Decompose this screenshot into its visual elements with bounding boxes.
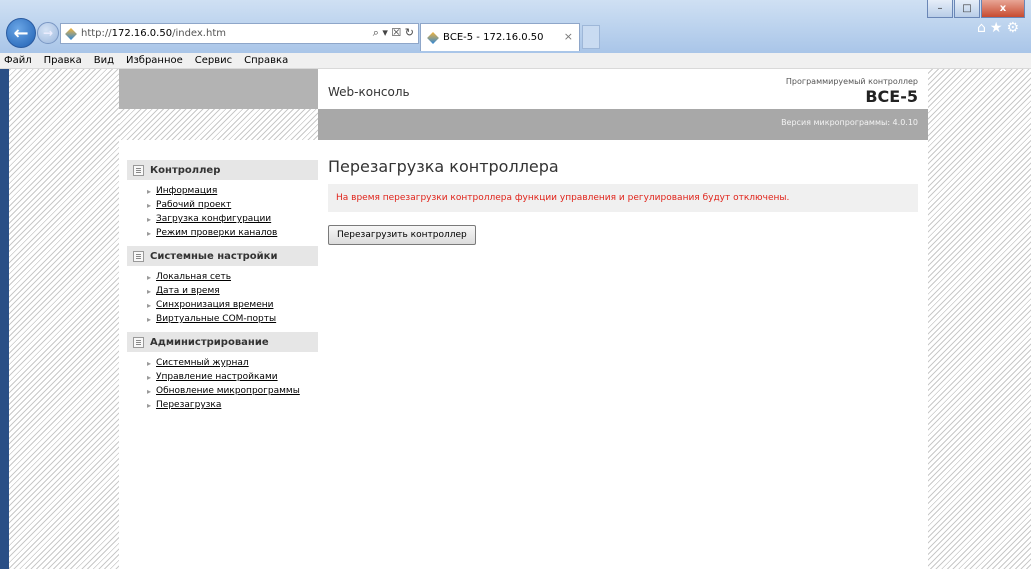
sidebar-link[interactable]: Обновление микропрограммы — [156, 386, 300, 396]
address-host: 172.16.0.50 — [111, 28, 173, 39]
tab-favicon-icon — [427, 31, 439, 44]
bullet-arrow-icon: ▸ — [147, 214, 152, 224]
window-controls: – □ x — [927, 0, 1025, 18]
bullet-arrow-icon: ▸ — [147, 400, 152, 410]
sidebar-link[interactable]: Рабочий проект — [156, 200, 231, 210]
section-doc-icon — [133, 250, 144, 262]
forward-button[interactable]: → — [37, 22, 59, 44]
header-hatch — [119, 109, 318, 140]
page-title: Перезагрузка контроллера — [328, 157, 559, 176]
bullet-arrow-icon: ▸ — [147, 228, 152, 238]
section-items: ▸ Локальная сеть ▸ Дата и время ▸ Синхрониз… — [127, 270, 318, 326]
page-content-area: Web-консоль Программируемый контроллер В… — [119, 69, 928, 569]
new-tab-button[interactable] — [582, 25, 600, 49]
menu-help[interactable]: Справка — [244, 55, 288, 66]
product-subtitle: Программируемый контроллер — [785, 77, 918, 86]
sidebar-item-lan[interactable]: ▸ Локальная сеть — [127, 270, 318, 284]
sidebar-link[interactable]: Управление настройками — [156, 372, 278, 382]
sidebar-item-time-sync[interactable]: ▸ Синхронизация времени — [127, 298, 318, 312]
section-title: Администрирование — [150, 336, 269, 348]
section-items: ▸ Информация ▸ Рабочий проект ▸ Загрузка ко… — [127, 184, 318, 240]
product-name: ВСЕ-5 — [865, 87, 918, 106]
firmware-band: Версия микропрограммы: 4.0.10 — [318, 109, 928, 140]
sidebar-item-syslog[interactable]: ▸ Системный журнал — [127, 356, 318, 370]
logo-area — [119, 69, 318, 109]
sidebar-link[interactable]: Информация — [156, 186, 217, 196]
menu-file[interactable]: Файл — [4, 55, 32, 66]
maximize-button[interactable]: □ — [954, 0, 980, 18]
bullet-arrow-icon: ▸ — [147, 358, 152, 368]
menu-bar: Файл Правка Вид Избранное Сервис Справка — [0, 53, 1031, 69]
section-doc-icon — [133, 336, 144, 348]
sidebar-item-com-ports[interactable]: ▸ Виртуальные COM-порты — [127, 312, 318, 326]
browser-chrome: – □ x ← → http://172.16.0.50/index.htm ⌕… — [0, 0, 1031, 53]
browser-tab[interactable]: ВСЕ-5 - 172.16.0.50 × — [420, 23, 580, 51]
sidebar-item-channel-check[interactable]: ▸ Режим проверки каналов — [127, 226, 318, 240]
sidebar-link[interactable]: Синхронизация времени — [156, 300, 273, 310]
section-items: ▸ Системный журнал ▸ Управление настройкам… — [127, 356, 318, 412]
home-favorites-settings-icons[interactable]: ⌂★⚙ — [977, 20, 1023, 36]
page-favicon-icon — [65, 27, 77, 40]
sidebar-section-system: Системные настройки — [127, 246, 318, 266]
menu-edit[interactable]: Правка — [44, 55, 82, 66]
bullet-arrow-icon: ▸ — [147, 314, 152, 324]
bullet-arrow-icon: ▸ — [147, 372, 152, 382]
sidebar-item-datetime[interactable]: ▸ Дата и время — [127, 284, 318, 298]
window-left-edge — [0, 69, 9, 569]
sidebar-link[interactable]: Перезагрузка — [156, 400, 221, 410]
reboot-controller-button[interactable]: Перезагрузить контроллер — [328, 225, 476, 245]
bullet-arrow-icon: ▸ — [147, 272, 152, 282]
brand-title: Web-консоль — [328, 85, 410, 99]
close-window-button[interactable]: x — [981, 0, 1025, 18]
sidebar-item-project[interactable]: ▸ Рабочий проект — [127, 198, 318, 212]
address-path: /index.htm — [172, 28, 226, 39]
sidebar-link[interactable]: Системный журнал — [156, 358, 249, 368]
sidebar-section-controller: Контроллер — [127, 160, 318, 180]
section-doc-icon — [133, 164, 144, 176]
address-tools-icon[interactable]: ⌕ ▾ ☒ ↻ — [373, 26, 414, 40]
address-prefix: http:// — [81, 28, 112, 39]
section-title: Контроллер — [150, 164, 221, 176]
sidebar-link[interactable]: Виртуальные COM-порты — [156, 314, 276, 324]
firmware-version: Версия микропрограммы: 4.0.10 — [781, 118, 918, 127]
sidebar-item-config-upload[interactable]: ▸ Загрузка конфигурации — [127, 212, 318, 226]
section-title: Системные настройки — [150, 250, 278, 262]
sidebar-link[interactable]: Режим проверки каналов — [156, 228, 277, 238]
header: Web-консоль Программируемый контроллер В… — [318, 69, 928, 109]
minimize-button[interactable]: – — [927, 0, 953, 18]
bullet-arrow-icon: ▸ — [147, 300, 152, 310]
main-content: Перезагрузка контроллера На время переза… — [328, 157, 918, 245]
sidebar-section-admin: Администрирование — [127, 332, 318, 352]
back-button[interactable]: ← — [6, 18, 36, 48]
tab-title: ВСЕ-5 - 172.16.0.50 — [443, 32, 544, 43]
sidebar: Контроллер ▸ Информация ▸ Рабочий проект ▸… — [127, 160, 318, 418]
bullet-arrow-icon: ▸ — [147, 386, 152, 396]
sidebar-item-settings-mgmt[interactable]: ▸ Управление настройками — [127, 370, 318, 384]
tab-close-icon[interactable]: × — [564, 30, 573, 43]
bullet-arrow-icon: ▸ — [147, 286, 152, 296]
sidebar-item-firmware-update[interactable]: ▸ Обновление микропрограммы — [127, 384, 318, 398]
menu-view[interactable]: Вид — [94, 55, 114, 66]
menu-tools[interactable]: Сервис — [195, 55, 232, 66]
sidebar-item-info[interactable]: ▸ Информация — [127, 184, 318, 198]
sidebar-link[interactable]: Локальная сеть — [156, 272, 231, 282]
sidebar-link[interactable]: Загрузка конфигурации — [156, 214, 271, 224]
address-bar[interactable]: http://172.16.0.50/index.htm ⌕ ▾ ☒ ↻ — [60, 23, 419, 44]
menu-favorites[interactable]: Избранное — [126, 55, 183, 66]
sidebar-link[interactable]: Дата и время — [156, 286, 220, 296]
warning-message: На время перезагрузки контроллера функци… — [328, 184, 918, 212]
bullet-arrow-icon: ▸ — [147, 186, 152, 196]
bullet-arrow-icon: ▸ — [147, 200, 152, 210]
sidebar-item-reboot[interactable]: ▸ Перезагрузка — [127, 398, 318, 412]
